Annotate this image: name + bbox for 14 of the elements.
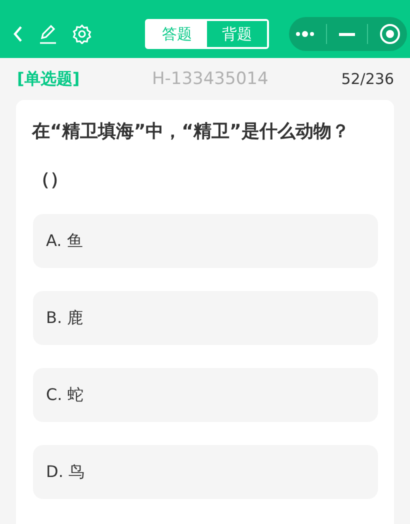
minimize-icon[interactable] (338, 32, 355, 36)
settings-icon[interactable] (72, 24, 92, 44)
question-id: H-133435014 (152, 69, 270, 89)
answer-option[interactable]: A. 鱼 (33, 214, 378, 268)
answer-option[interactable]: B. 鹿 (33, 291, 378, 345)
question-type: [单选题] (17, 68, 81, 90)
more-icon[interactable] (294, 31, 315, 37)
answer-option[interactable]: D. 鸟 (33, 445, 378, 499)
answer-option[interactable]: C. 蛇 (33, 368, 378, 422)
back-icon[interactable] (12, 25, 24, 43)
question-text: 在“精卫填海”中，“精卫”是什么动物？（） (32, 120, 350, 192)
close-icon[interactable] (379, 23, 402, 45)
pencil-icon[interactable] (38, 24, 58, 44)
progress-counter: 52/236 (341, 70, 394, 88)
